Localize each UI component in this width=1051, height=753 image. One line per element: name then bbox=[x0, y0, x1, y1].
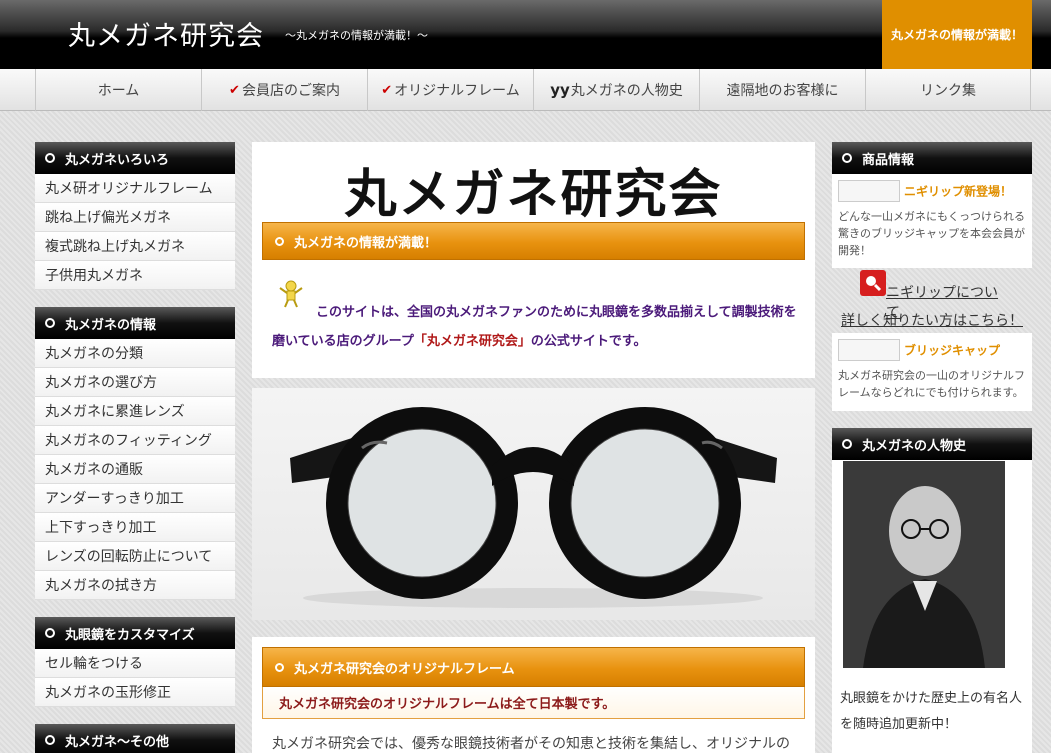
nav-label: 遠隔地のお客様に bbox=[726, 83, 839, 99]
global-nav: ホーム ✔ 会員店のご案内 ✔ オリジナルフレーム уу 丸メガネの人物史 遠隔地のお… bbox=[0, 69, 1051, 111]
nav-label: オリジナルフレーム bbox=[394, 83, 520, 99]
nav-label: 丸メガネの人物史 bbox=[570, 83, 683, 99]
nav-label: ホーム bbox=[97, 83, 140, 99]
sidebar-link[interactable]: 丸メガネの選び方 bbox=[35, 368, 235, 397]
product-title[interactable]: ニギリップ新登場！ bbox=[904, 185, 1012, 199]
sidebar-link[interactable]: 丸メガネの分類 bbox=[35, 339, 235, 368]
box-title: 丸眼鏡をカスタマイズ bbox=[65, 627, 195, 643]
sidebar-link[interactable]: レンズの回転防止について bbox=[35, 542, 235, 571]
sidebar-link[interactable]: 上下すっきり加工 bbox=[35, 513, 235, 542]
section-bar-title: 丸メガネの情報が満載！ bbox=[294, 235, 438, 251]
ring-icon bbox=[842, 439, 852, 449]
glasses-icon: уу bbox=[550, 81, 570, 99]
box-title: 丸メガネの人物史 bbox=[862, 438, 967, 454]
sidebar-link[interactable]: 複式跳ね上げ丸メガネ bbox=[35, 232, 235, 261]
ring-icon bbox=[45, 318, 55, 328]
sidebar-link[interactable]: 丸メガネに累進レンズ bbox=[35, 397, 235, 426]
nav-member-stores[interactable]: ✔ 会員店のご案内 bbox=[201, 69, 367, 111]
main-logo: 丸メガネ研究会 bbox=[344, 164, 723, 225]
sidebar-box-products: 商品情報 bbox=[832, 142, 1032, 174]
product-thumbnail[interactable] bbox=[838, 180, 900, 202]
sidebar-link[interactable]: セル輪をつける bbox=[35, 649, 235, 678]
section-bar-info: 丸メガネの情報が満載！ bbox=[262, 222, 805, 260]
product-description: 丸メガネ研究会の一山のオリジナルフレームならどれにでも付けられます。 bbox=[838, 369, 1025, 399]
sidebar-link[interactable]: 子供用丸メガネ bbox=[35, 261, 235, 290]
intro-text: このサイトは、全国の丸メガネファンのために丸眼鏡を多数品揃えして調製技術を磨いて… bbox=[272, 298, 802, 356]
section-bar-title: 丸メガネ研究会のオリジナルフレーム bbox=[294, 661, 515, 677]
sidebar-link[interactable]: 丸メガネの拭き方 bbox=[35, 571, 235, 600]
box-title: 丸メガネいろいろ bbox=[65, 152, 170, 168]
site-tagline: ～丸メガネの情報が満載！～ bbox=[285, 29, 428, 42]
hero-glasses-image bbox=[252, 388, 815, 620]
sidebar-box-info: 丸メガネの情報 丸メガネの分類 丸メガネの選び方 丸メガネに累進レンズ 丸メガネ… bbox=[35, 307, 235, 600]
historical-portrait[interactable] bbox=[843, 461, 1005, 668]
nav-label: リンク集 bbox=[920, 83, 976, 99]
section-bar-original: 丸メガネ研究会のオリジナルフレーム bbox=[262, 647, 805, 687]
check-icon: ✔ bbox=[229, 82, 240, 98]
site-header: 丸メガネ研究会 ～丸メガネの情報が満載！～ 丸メガネの情報が満載！ bbox=[0, 0, 1051, 69]
round-glasses-photo bbox=[290, 407, 777, 608]
nav-original-frame[interactable]: ✔ オリジナルフレーム bbox=[367, 69, 533, 111]
box-header: 丸メガネの人物史 bbox=[832, 428, 1032, 460]
ring-icon bbox=[275, 236, 284, 246]
product-nigirip: ニギリップ新登場！ どんな一山メガネにもくっつけられる驚きのブリッジキャップを本… bbox=[832, 174, 1032, 268]
product-description: どんな一山メガネにもくっつけられる驚きのブリッジキャップを本会会員が開発！ bbox=[838, 210, 1025, 257]
intro-text-part2: の公式サイトです。 bbox=[530, 334, 647, 349]
box-header: 丸メガネ～その他 bbox=[35, 724, 235, 753]
sidebar-link[interactable]: 丸メガネのフィッティング bbox=[35, 426, 235, 455]
nav-label: 会員店のご案内 bbox=[241, 83, 340, 99]
nav-links[interactable]: リンク集 bbox=[865, 69, 1031, 111]
site-title[interactable]: 丸メガネ研究会 bbox=[68, 14, 264, 53]
ring-icon bbox=[45, 153, 55, 163]
ring-icon bbox=[45, 628, 55, 638]
ring-icon bbox=[45, 735, 55, 745]
sidebar-link[interactable]: 跳ね上げ偏光メガネ bbox=[35, 203, 235, 232]
magnifier-icon[interactable] bbox=[860, 270, 886, 296]
sidebar-box-other: 丸メガネ～その他 bbox=[35, 724, 235, 753]
box-title: 商品情報 bbox=[862, 152, 915, 168]
sidebar-link[interactable]: 丸メガネの通販 bbox=[35, 455, 235, 484]
product-bridge-cap: ブリッジキャップ 丸メガネ研究会の一山のオリジナルフレームならどれにでも付けられ… bbox=[832, 333, 1032, 411]
japan-made-note: 丸メガネ研究会のオリジナルフレームは全て日本製です。 bbox=[262, 687, 805, 719]
sidebar-box-varieties: 丸メガネいろいろ 丸メ研オリジナルフレーム 跳ね上げ偏光メガネ 複式跳ね上げ丸メ… bbox=[35, 142, 235, 290]
check-icon: ✔ bbox=[381, 82, 393, 98]
main-intro-panel: 丸メガネ研究会 丸メガネの情報が満載！ このサイトは、全国の丸メガネファンのため… bbox=[252, 142, 815, 378]
nav-home[interactable]: ホーム bbox=[35, 69, 201, 111]
product-thumbnail[interactable] bbox=[838, 339, 900, 361]
intro-highlight: 「丸メガネ研究会」 bbox=[413, 334, 531, 349]
nav-remote-customers[interactable]: 遠隔地のお客様に bbox=[699, 69, 865, 111]
product-title[interactable]: ブリッジキャップ bbox=[904, 344, 1000, 358]
section-body-text: 丸メガネ研究会では、優秀な眼鏡技術者がその知恵と技術を集結し、オリジナルの bbox=[272, 736, 790, 752]
box-header: 丸メガネの情報 bbox=[35, 307, 235, 339]
original-frame-section: 丸メガネ研究会のオリジナルフレーム 丸メガネ研究会のオリジナルフレームは全て日本… bbox=[252, 637, 815, 753]
ring-icon bbox=[842, 153, 852, 163]
portrait-caption: 丸眼鏡をかけた歴史上の有名人を随時追加更新中！ bbox=[832, 680, 1032, 753]
ring-icon bbox=[275, 662, 284, 672]
box-header: 商品情報 bbox=[832, 142, 1032, 174]
box-header: 丸メガネいろいろ bbox=[35, 142, 235, 174]
sidebar-link[interactable]: アンダーすっきり加工 bbox=[35, 484, 235, 513]
details-link[interactable]: 詳しく知りたい方はこちら！ bbox=[832, 310, 1032, 330]
header-banner: 丸メガネの情報が満載！ bbox=[882, 0, 1032, 69]
box-title: 丸メガネの情報 bbox=[65, 317, 157, 333]
sidebar-box-customize: 丸眼鏡をカスタマイズ セル輪をつける 丸メガネの玉形修正 bbox=[35, 617, 235, 707]
sidebar-link[interactable]: 丸メ研オリジナルフレーム bbox=[35, 174, 235, 203]
box-header: 丸眼鏡をカスタマイズ bbox=[35, 617, 235, 649]
box-title: 丸メガネ～その他 bbox=[65, 734, 170, 750]
nav-history[interactable]: уу 丸メガネの人物史 bbox=[533, 69, 699, 111]
sidebar-link[interactable]: 丸メガネの玉形修正 bbox=[35, 678, 235, 707]
